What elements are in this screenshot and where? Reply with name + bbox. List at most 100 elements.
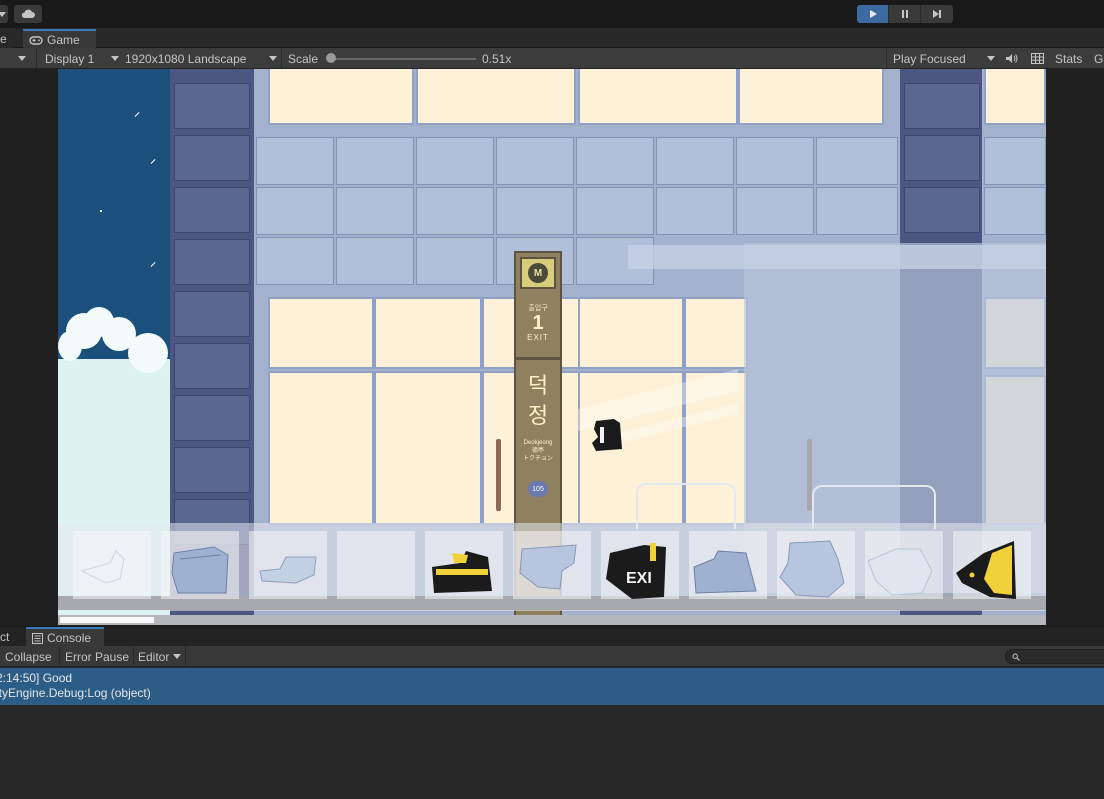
wall-tile <box>496 187 574 235</box>
upper-window <box>738 69 884 125</box>
station-code: 105 <box>532 485 544 493</box>
exit-puzzle-piece[interactable]: EXI <box>604 541 670 601</box>
pause-button[interactable] <box>889 5 921 23</box>
wall-tile <box>816 137 898 185</box>
storefront-window <box>684 297 748 369</box>
chevron-down-icon <box>111 56 119 61</box>
puzzle-piece[interactable] <box>690 549 760 595</box>
play-button[interactable] <box>857 5 889 23</box>
pillar-brick <box>174 239 250 285</box>
chevron-down-icon <box>987 56 995 61</box>
tab-project[interactable]: ct <box>0 627 15 647</box>
glass-canopy-roof <box>628 245 1046 269</box>
console-tab-bar: ct Console <box>0 626 1104 647</box>
chevron-down-icon <box>18 56 26 61</box>
tab-scene[interactable]: e <box>0 29 13 49</box>
puzzle-piece[interactable] <box>954 539 1024 603</box>
upper-window <box>984 69 1046 125</box>
divider <box>886 48 887 69</box>
scale-slider-track[interactable] <box>330 58 476 60</box>
tab-console-label: Console <box>47 631 92 645</box>
stats-button[interactable]: Stats <box>1055 48 1082 69</box>
divider <box>185 646 186 667</box>
horizontal-scrollbar[interactable] <box>58 615 1046 625</box>
wall-tile <box>336 237 414 285</box>
inventory-slot[interactable] <box>337 531 415 599</box>
editor-target-dropdown[interactable]: Editor <box>138 646 182 667</box>
divider <box>133 646 134 667</box>
scale-value: 0.51x <box>482 51 512 66</box>
wall-tile <box>576 187 654 235</box>
wall-tile <box>416 237 494 285</box>
collapse-button[interactable]: Collapse <box>5 646 52 667</box>
pause-icon <box>901 10 908 18</box>
pillar-brick <box>174 135 250 181</box>
toolbar-left-dropdown[interactable] <box>18 48 26 69</box>
puzzle-piece[interactable] <box>170 543 232 595</box>
puzzle-piece[interactable] <box>778 539 848 599</box>
grid-toggle-button[interactable] <box>1031 48 1044 69</box>
star <box>100 210 102 212</box>
station-hanja: 德亭 <box>531 448 544 454</box>
pillar-brick <box>904 187 980 233</box>
pillar-brick <box>904 83 980 129</box>
gizmos-button[interactable]: G <box>1094 48 1103 69</box>
wall-tile <box>256 237 334 285</box>
tab-scene-label: e <box>0 32 7 46</box>
cloud-button[interactable] <box>14 5 42 23</box>
station-name-char: 정 <box>527 403 549 428</box>
mute-audio-button[interactable] <box>1005 48 1018 69</box>
display-label: Display 1 <box>45 51 95 66</box>
pillar-brick <box>174 395 250 441</box>
tab-project-label: ct <box>0 630 10 644</box>
wall-tile <box>256 187 334 235</box>
step-button[interactable] <box>921 5 953 23</box>
tab-game[interactable]: Game <box>23 29 96 49</box>
puzzle-piece[interactable] <box>866 541 936 597</box>
console-icon <box>32 632 43 644</box>
wall-tile <box>496 137 574 185</box>
wall-tile <box>576 137 654 185</box>
dragged-puzzle-piece[interactable] <box>588 417 628 453</box>
station-code-badge: 105 <box>528 481 548 497</box>
pillar-brick <box>904 135 980 181</box>
wall-tile <box>984 137 1046 185</box>
log-entry-selected[interactable]: 2:14:50] Good ityEngine.Debug:Log (objec… <box>0 668 1104 705</box>
wall-tile <box>656 137 734 185</box>
pillar-brick <box>174 83 250 129</box>
tab-console[interactable]: Console <box>26 627 104 647</box>
puzzle-piece[interactable] <box>430 547 496 595</box>
resolution-dropdown[interactable]: 1920x1080 Landscape <box>125 48 277 69</box>
puzzle-piece[interactable] <box>80 549 140 585</box>
display-dropdown[interactable]: Display 1 <box>45 48 119 69</box>
resolution-label: 1920x1080 Landscape <box>125 51 247 66</box>
exit-piece-text: EXI <box>626 570 652 587</box>
pillar-brick <box>174 187 250 233</box>
divider <box>281 48 282 69</box>
storefront-window <box>578 297 684 369</box>
gamepad-icon <box>29 35 43 45</box>
console-toolbar: Collapse Error Pause Editor <box>0 646 1104 667</box>
console-log-area <box>0 705 1104 799</box>
exit-number: 1 <box>532 312 544 334</box>
game-viewport[interactable]: M 출입구 1 EXIT 덕 정 Deokjeong 德亭 トクチョン 105 <box>58 69 1046 625</box>
metro-sign: M <box>520 257 556 289</box>
wall-tile <box>336 187 414 235</box>
storefront-window <box>268 297 374 369</box>
metro-train-icon: M <box>528 263 548 283</box>
account-dropdown[interactable] <box>0 5 8 23</box>
console-search-input[interactable] <box>1005 649 1104 664</box>
upper-window <box>416 69 576 125</box>
cloud-puff <box>128 333 168 373</box>
play-mode-dropdown[interactable]: Play Focused <box>893 48 995 69</box>
editor-label: Editor <box>138 649 170 664</box>
play-icon <box>869 10 877 18</box>
scale-slider-thumb[interactable] <box>326 53 336 63</box>
wall-tile <box>736 187 814 235</box>
wall-tile <box>984 187 1046 235</box>
error-pause-button[interactable]: Error Pause <box>65 646 129 667</box>
scrollbar-thumb[interactable] <box>60 617 154 623</box>
puzzle-piece[interactable] <box>256 553 320 589</box>
puzzle-piece[interactable] <box>516 543 582 593</box>
log-message: 2:14:50] Good <box>0 671 73 685</box>
